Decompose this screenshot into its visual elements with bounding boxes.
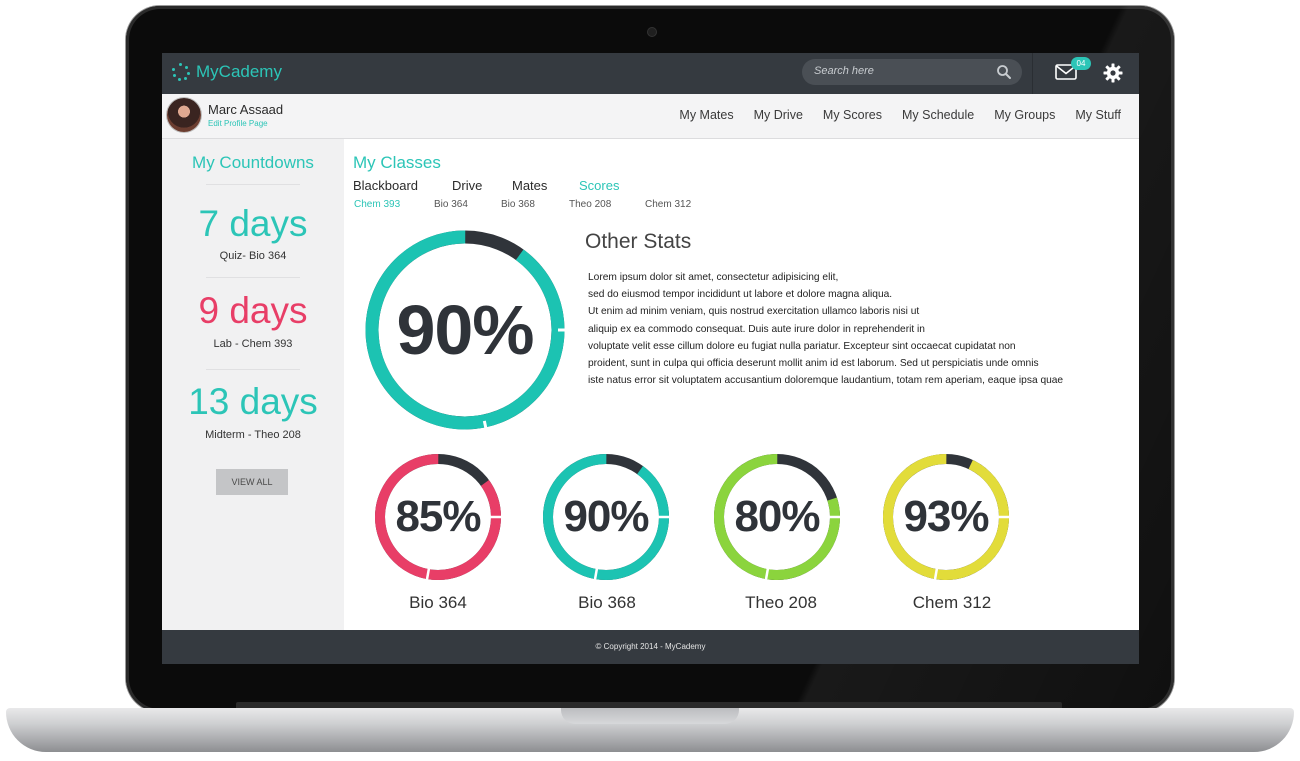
search-box[interactable]: Search here <box>802 59 1022 85</box>
overall-score-percent: 90% <box>396 291 534 369</box>
camera-icon <box>648 28 656 36</box>
divider <box>206 277 300 278</box>
stats-line: Ut enim ad minim veniam, quis nostrud ex… <box>588 306 920 318</box>
gear-icon[interactable] <box>1103 63 1123 83</box>
logo-dots-icon <box>172 63 190 81</box>
mail-count-badge: 04 <box>1071 57 1091 70</box>
countdown-label: Quiz- Bio 364 <box>219 250 287 262</box>
class-tabs: Blackboard Drive Mates Scores <box>353 178 619 193</box>
app-logo[interactable]: MyCademy <box>172 62 282 82</box>
score-percent: 80% <box>734 492 820 541</box>
stats-line: sed do eiusmod tempor incididunt ut labo… <box>588 289 893 301</box>
nav-item-my-scores[interactable]: My Scores <box>823 108 882 122</box>
score-label-chem-312: Chem 312 <box>912 593 992 612</box>
score-ring-bio-364: 85% <box>372 451 504 583</box>
stats-line: iste natus error sit voluptatem accusant… <box>588 375 1064 387</box>
tab-scores[interactable]: Scores <box>579 178 619 193</box>
nav-item-my-groups[interactable]: My Groups <box>994 108 1055 122</box>
subtab-chem-312[interactable]: Chem 312 <box>645 199 691 210</box>
tab-mates[interactable]: Mates <box>512 178 579 193</box>
laptop-notch <box>561 708 739 724</box>
divider <box>206 369 300 370</box>
score-ring-bio-368: 90% <box>540 451 672 583</box>
top-bar: MyCademy Search here 04 <box>162 53 1139 94</box>
countdown-days: 13 days <box>188 381 318 422</box>
subtab-bio-368[interactable]: Bio 368 <box>501 199 535 210</box>
tab-blackboard[interactable]: Blackboard <box>353 178 452 193</box>
screen: MyCademy Search here 04 Marc Assaad Edit… <box>162 53 1139 664</box>
other-stats-title: Other Stats <box>585 230 692 253</box>
avatar[interactable] <box>167 98 201 132</box>
nav-item-my-stuff[interactable]: My Stuff <box>1075 108 1121 122</box>
search-input[interactable]: Search here <box>814 65 874 77</box>
app-name: MyCademy <box>196 62 282 81</box>
nav-item-my-drive[interactable]: My Drive <box>754 108 803 122</box>
classes-title: My Classes <box>353 153 441 172</box>
overall-score-ring: 90% <box>362 227 571 434</box>
edit-profile-link[interactable]: Edit Profile Page <box>208 119 268 128</box>
footer: © Copyright 2014 - MyCademy <box>162 630 1139 664</box>
subtab-chem-393[interactable]: Chem 393 <box>354 199 400 210</box>
countdown-label: Midterm - Theo 208 <box>205 429 301 441</box>
stats-line: Lorem ipsum dolor sit amet, consectetur … <box>588 272 839 283</box>
score-percent: 85% <box>395 492 481 541</box>
score-percent: 93% <box>903 492 989 541</box>
stats-line: aliquip ex ea commodo consequat. Duis au… <box>588 323 925 335</box>
search-icon[interactable] <box>996 64 1012 80</box>
stats-line: proident, sunt in culpa qui officia dese… <box>588 358 1039 370</box>
score-percent: 90% <box>563 492 649 541</box>
countdowns-title: My Countdowns <box>192 153 314 172</box>
countdown-label: Lab - Chem 393 <box>213 338 293 350</box>
divider <box>206 184 300 185</box>
nav-item-my-mates[interactable]: My Mates <box>679 108 733 122</box>
topbar-divider <box>1032 53 1033 94</box>
subtab-theo-208[interactable]: Theo 208 <box>569 199 611 210</box>
user-name: Marc Assaad <box>208 102 284 117</box>
nav-bar: Marc Assaad Edit Profile Page My Mates M… <box>162 94 1139 139</box>
nav-item-my-schedule[interactable]: My Schedule <box>902 108 974 122</box>
score-label-theo-208: Theo 208 <box>745 593 817 612</box>
score-label-bio-368: Bio 368 <box>578 593 636 612</box>
view-all-button[interactable]: VIEW ALL <box>216 469 288 495</box>
score-ring-theo-208: 80% <box>711 451 843 583</box>
other-stats-text: Lorem ipsum dolor sit amet, consectetur … <box>588 269 1108 389</box>
score-label-bio-364: Bio 364 <box>409 593 467 612</box>
countdown-days: 9 days <box>198 290 308 331</box>
score-ring-chem-312: 93% <box>880 451 1012 583</box>
subtab-bio-364[interactable]: Bio 364 <box>434 199 468 210</box>
countdown-days: 7 days <box>198 203 308 244</box>
main-nav: My Mates My Drive My Scores My Schedule … <box>679 108 1121 122</box>
countdown-sidebar: My Countdowns 7 days Quiz- Bio 364 9 day… <box>162 139 344 630</box>
stats-line: voluptate velit esse cillum dolore eu fu… <box>588 340 1016 352</box>
tab-drive[interactable]: Drive <box>452 178 512 193</box>
